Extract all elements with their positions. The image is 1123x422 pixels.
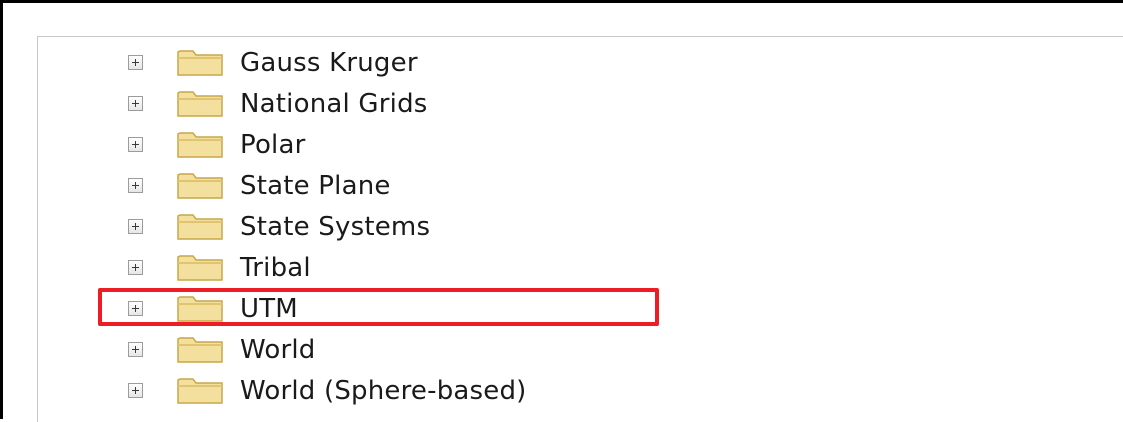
folder-icon	[177, 255, 223, 281]
expand-plus-icon[interactable]	[128, 260, 143, 275]
tree-item-label: World	[240, 334, 316, 365]
folder-icon	[177, 132, 223, 158]
tree-item-label: State Systems	[240, 211, 431, 242]
folder-icon	[177, 91, 223, 117]
screenshot-frame: Gauss Kruger National Grids Polar State …	[0, 0, 1123, 422]
tree-item-label: World (Sphere-based)	[240, 375, 527, 406]
tree-item-national-grids[interactable]: National Grids	[128, 83, 527, 124]
tree-item-label: Gauss Kruger	[240, 47, 418, 78]
tree-item-state-plane[interactable]: State Plane	[128, 165, 527, 206]
tree-item-label: UTM	[240, 293, 298, 324]
tree-item-label: Tribal	[240, 252, 311, 283]
expand-plus-icon[interactable]	[128, 301, 143, 316]
tree-item-polar[interactable]: Polar	[128, 124, 527, 165]
tree-item-world-sphere-based[interactable]: World (Sphere-based)	[128, 370, 527, 411]
expand-plus-icon[interactable]	[128, 55, 143, 70]
tree-item-tribal[interactable]: Tribal	[128, 247, 527, 288]
folder-icon	[177, 296, 223, 322]
expand-plus-icon[interactable]	[128, 383, 143, 398]
folder-icon	[177, 337, 223, 363]
expand-plus-icon[interactable]	[128, 178, 143, 193]
tree-item-label: National Grids	[240, 88, 428, 119]
tree-item-state-systems[interactable]: State Systems	[128, 206, 527, 247]
folder-icon	[177, 378, 223, 404]
folder-icon	[177, 173, 223, 199]
expand-plus-icon[interactable]	[128, 342, 143, 357]
tree-item-label: State Plane	[240, 170, 391, 201]
expand-plus-icon[interactable]	[128, 137, 143, 152]
tree-item-world[interactable]: World	[128, 329, 527, 370]
tree-item-label: Polar	[240, 129, 306, 160]
folder-icon	[177, 214, 223, 240]
tree-item-gauss-kruger[interactable]: Gauss Kruger	[128, 42, 527, 83]
expand-plus-icon[interactable]	[128, 219, 143, 234]
tree-list: Gauss Kruger National Grids Polar State …	[128, 42, 527, 411]
folder-icon	[177, 50, 223, 76]
expand-plus-icon[interactable]	[128, 96, 143, 111]
tree-item-utm[interactable]: UTM	[128, 288, 527, 329]
coordinate-system-tree[interactable]: Gauss Kruger National Grids Polar State …	[37, 36, 1123, 422]
